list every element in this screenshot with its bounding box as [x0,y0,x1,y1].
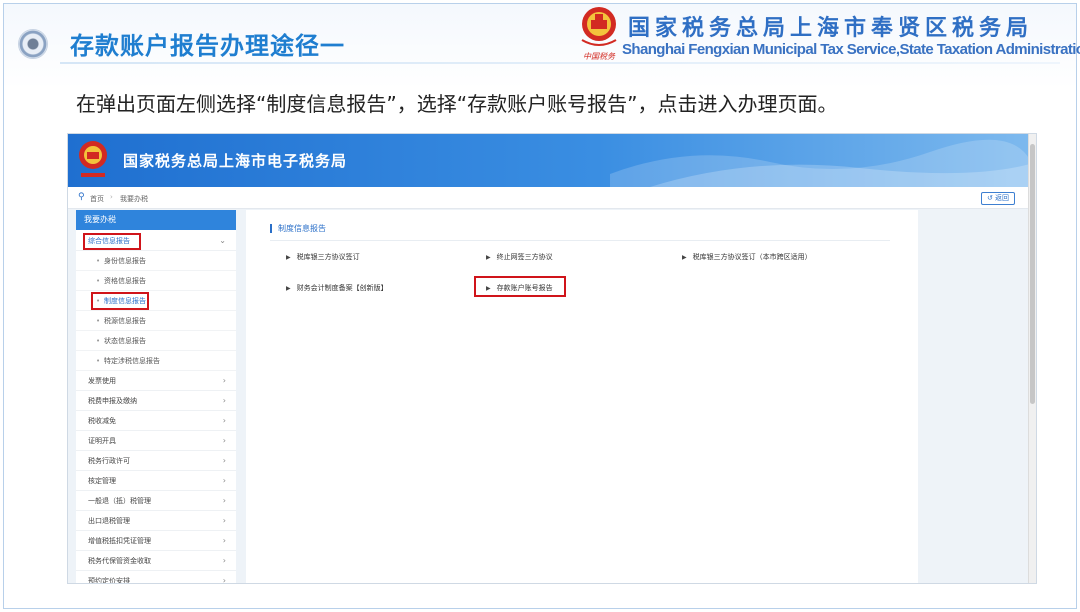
section-divider [270,240,890,241]
link-cross-district-agreement[interactable]: ▶ 税库银三方协议签订（本市跨区适用） [682,252,812,262]
portal-title: 国家税务总局上海市电子税务局 [123,152,348,170]
instruction-text: 在弹出页面左侧选择“制度信息报告”，选择“存款账户账号报告”，点击进入办理页面。 [76,92,838,116]
breadcrumb: ⚲ 首页 › 我要办税 [68,187,1030,209]
link-tax-bank-agreement[interactable]: ▶ 税库银三方协议签订 [286,252,360,262]
sidebar-subitem[interactable]: • 特定涉税信息报告 [76,351,236,371]
breadcrumb-current[interactable]: 我要办税 [120,194,148,204]
portal-header: 国家税务总局上海市电子税务局 [68,134,1030,187]
sidebar-item[interactable]: 出口退税管理 › [76,511,236,531]
sidebar-item[interactable]: 证明开具 › [76,431,236,451]
sidebar-item[interactable]: 税费申报及缴纳 › [76,391,236,411]
chevron-right-icon: › [222,476,226,485]
chevron-right-icon: › [222,556,226,565]
chevron-right-icon: › [222,436,226,445]
sidebar-subitem[interactable]: • 身份信息报告 [76,251,236,271]
chevron-right-icon: › [222,496,226,505]
sidebar-item[interactable]: 税务代保管资金收取 › [76,551,236,571]
emblem-caption: 中国税务 [583,52,616,61]
portal-emblem-logo [79,141,107,177]
back-button[interactable]: ↺ 返回 [981,192,1015,205]
back-button-label: 返回 [995,194,1010,202]
link-terminate-agreement[interactable]: ▶ 终止网签三方协议 [486,252,553,262]
section-title: 制度信息报告 [270,224,326,233]
sidebar-item[interactable]: 增值税抵扣凭证管理 › [76,531,236,551]
sidebar-item[interactable]: 预约定价安排 › [76,571,236,584]
bullet-arrow-icon: ▶ [286,254,291,261]
tax-emblem-logo: 中国税务 [581,7,617,61]
chevron-right-icon: › [222,456,226,465]
highlight-box-subitem [91,292,149,310]
bullet-arrow-icon: ▶ [286,285,291,292]
sidebar-item[interactable]: 税收减免 › [76,411,236,431]
breadcrumb-home[interactable]: 首页 [90,194,104,204]
breadcrumb-separator: › [110,193,113,201]
scrollbar-thumb[interactable] [1030,144,1035,404]
chevron-right-icon: › [222,416,226,425]
highlight-box-link [474,276,566,297]
sidebar-subitem[interactable]: • 税源信息报告 [76,311,236,331]
bullet-circle-icon [18,29,48,59]
chevron-right-icon: › [222,516,226,525]
bullet-arrow-icon: ▶ [682,254,687,261]
header-wave-decoration [610,139,1030,187]
sidebar-item[interactable]: 发票使用 › [76,371,236,391]
slide-title: 存款账户报告办理途径一 [70,32,345,60]
sidebar-item[interactable]: 一般退（抵）税管理 › [76,491,236,511]
sidebar-item[interactable]: 税务行政许可 › [76,451,236,471]
back-arrow-icon: ↺ [986,194,993,202]
bullet-arrow-icon: ▶ [486,254,491,261]
link-accounting-system-filing[interactable]: ▶ 财务会计制度备案【创新版】 [286,283,388,293]
sidebar-header: 我要办税 [76,210,236,230]
content-panel: 制度信息报告 ▶ 税库银三方协议签订 ▶ 终止网签三方协议 ▶ 税库银三方协议签订（本… [246,210,918,583]
sidebar-subitem[interactable]: • 资格信息报告 [76,271,236,291]
portal-screenshot: 国家税务总局上海市电子税务局 ⚲ 首页 › 我要办税 ↺ 返回 我要办税 综合信… [67,133,1037,584]
sidebar: 我要办税 综合信息报告 ⌄ • 身份信息报告 • 资格信息报告 • 制度信息报告 • 税… [76,210,236,584]
highlight-box-group [83,233,141,250]
location-pin-icon: ⚲ [78,192,85,202]
chevron-right-icon: › [222,536,226,545]
sidebar-subitem[interactable]: • 状态信息报告 [76,331,236,351]
chevron-right-icon: › [222,396,226,405]
chevron-right-icon: › [222,376,226,385]
org-name-cn: 国家税务总局上海市奉贤区税务局 [628,16,1034,41]
header-divider [60,62,1060,64]
scrollbar[interactable] [1028,134,1036,583]
chevron-right-icon: › [222,576,226,584]
org-name-en: Shanghai Fengxian Municipal Tax Service,… [622,41,1080,58]
sidebar-item[interactable]: 核定管理 › [76,471,236,491]
chevron-down-icon: ⌄ [219,236,226,245]
